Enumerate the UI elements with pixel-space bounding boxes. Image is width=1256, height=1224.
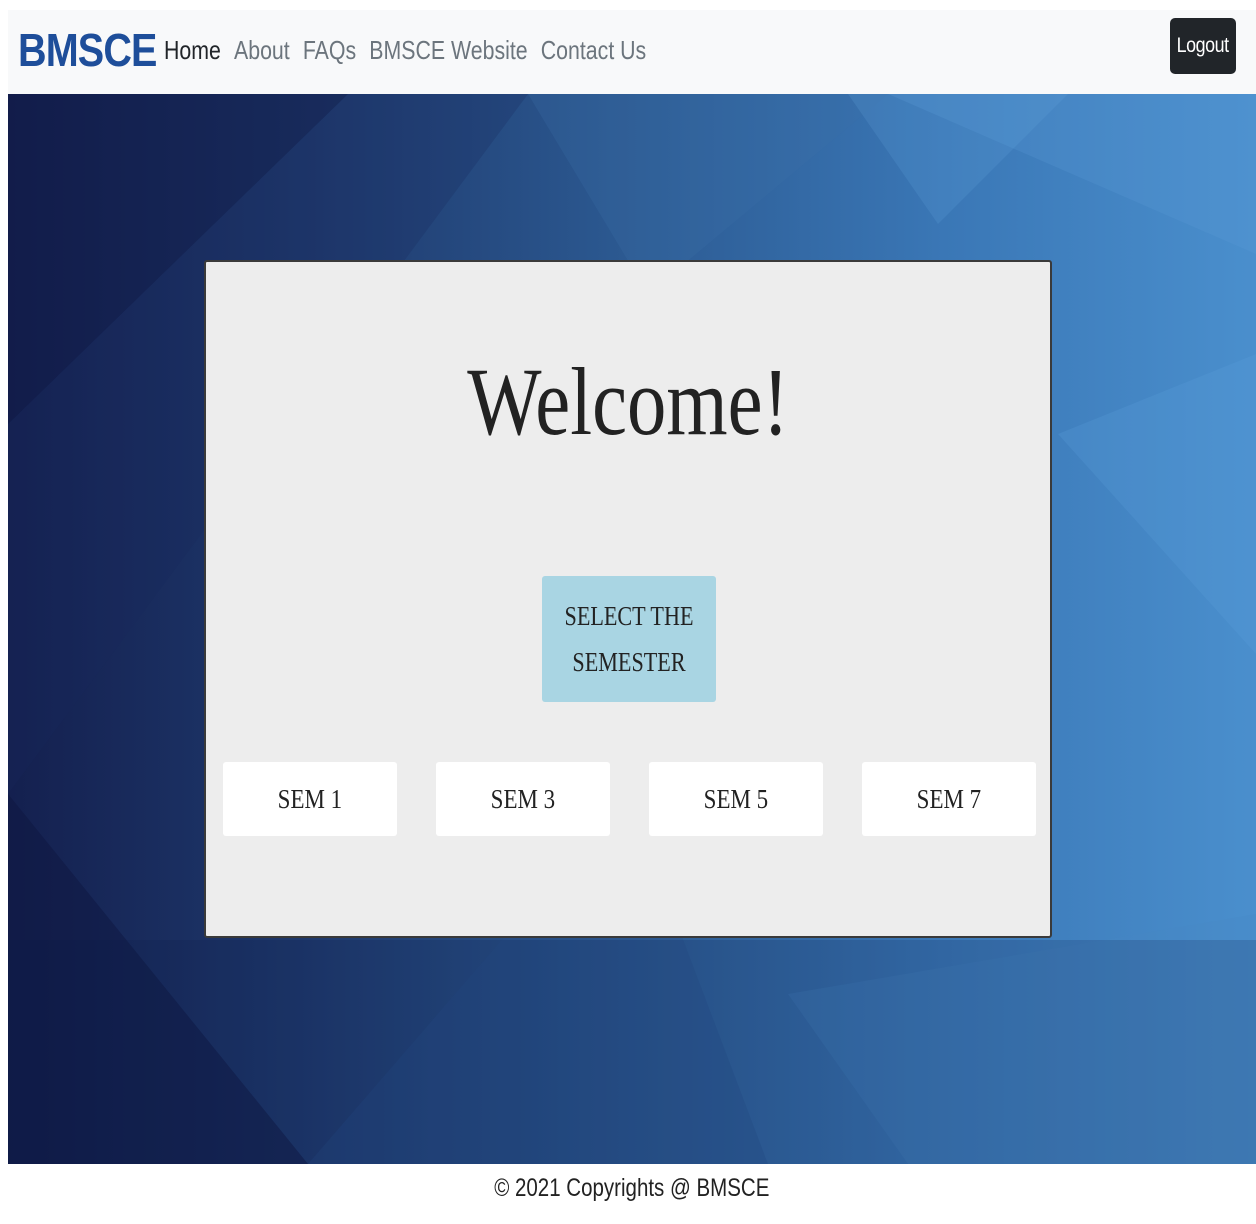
welcome-heading-text: Welcome! [467,348,789,455]
navbar: BMSCE Home About FAQs BMSCE Website Cont… [8,10,1256,94]
sem-3-button[interactable]: SEM 3 [436,762,610,836]
nav-link-home[interactable]: Home [164,35,221,66]
footer: © 2021 Copyrights @ BMSCE [8,1164,1256,1224]
footer-copyright: © 2021 Copyrights @ BMSCE [494,1174,770,1202]
sem-1-button[interactable]: SEM 1 [223,762,397,836]
nav-link-faqs[interactable]: FAQs [303,35,356,66]
nav-link-bmsce-website[interactable]: BMSCE Website [369,35,527,66]
page-frame: BMSCE Home About FAQs BMSCE Website Cont… [8,10,1256,1224]
welcome-heading: Welcome! [206,342,1050,462]
nav-links: Home About FAQs BMSCE Website Contact Us [164,30,659,70]
sem-5-button[interactable]: SEM 5 [649,762,823,836]
select-semester-label: SELECT THE SEMESTER [542,576,716,702]
sem-3-label: SEM 3 [490,783,556,814]
sem-5-label: SEM 5 [703,783,769,814]
sem-1-label: SEM 1 [277,783,343,814]
logout-button-label: Logout [1176,34,1230,57]
sem-7-label: SEM 7 [916,783,982,814]
welcome-card: Welcome! SELECT THE SEMESTER SEM 1 SEM 3… [204,260,1052,938]
nav-link-about[interactable]: About [234,35,290,66]
select-semester-text: SELECT THE SEMESTER [564,601,694,677]
hero-background: Welcome! SELECT THE SEMESTER SEM 1 SEM 3… [8,94,1256,1164]
brand-logo[interactable]: BMSCE [18,20,157,80]
logout-button[interactable]: Logout [1170,18,1236,74]
nav-link-contact-us[interactable]: Contact Us [541,35,646,66]
sem-7-button[interactable]: SEM 7 [862,762,1036,836]
